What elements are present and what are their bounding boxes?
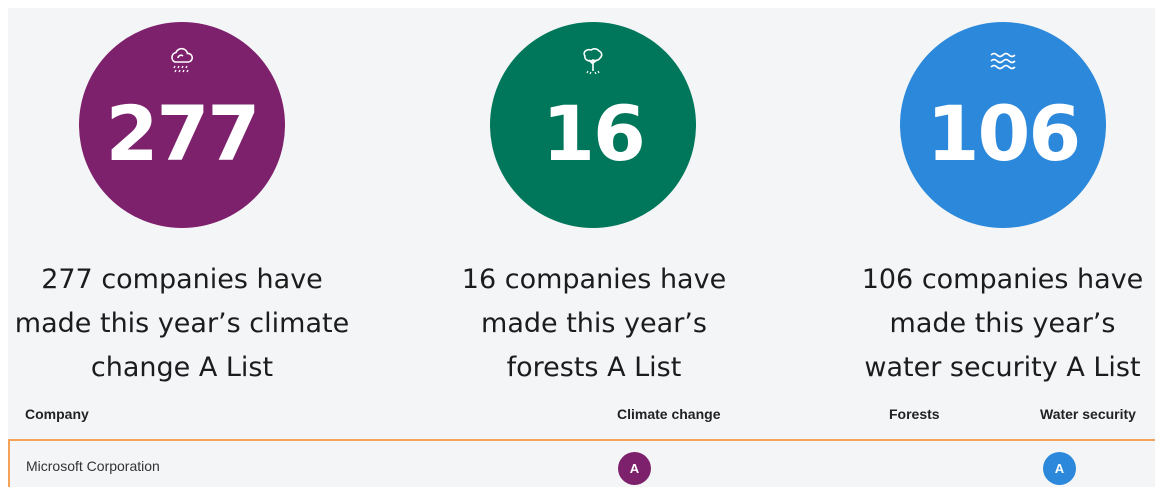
caption-line: made this year’s <box>889 308 1116 339</box>
company-name[interactable]: Microsoft Corporation <box>26 458 160 474</box>
caption-line: made this year’s <box>481 308 707 339</box>
forests-stat-circle: 16 <box>490 22 696 228</box>
table-header-climate[interactable]: Climate change <box>617 406 720 422</box>
caption-line: 16 companies have <box>461 264 727 295</box>
climate-stat-number: 277 <box>105 88 261 178</box>
tree-icon <box>583 48 603 75</box>
waves-icon <box>990 52 1016 70</box>
water-stat-caption: 106 companies have made this year’s wate… <box>850 258 1155 390</box>
forests-stat-caption: 16 companies have made this year’s fores… <box>426 258 762 390</box>
water-stat-number: 106 <box>926 88 1082 178</box>
caption-line: water security A List <box>864 352 1141 383</box>
climate-score-badge: A <box>618 452 651 485</box>
caption-line: forests A List <box>506 352 682 383</box>
climate-stat-circle: 277 <box>79 22 285 228</box>
table-header-water[interactable]: Water security <box>1040 406 1136 422</box>
caption-line: change A List <box>90 352 274 383</box>
table-header-company[interactable]: Company <box>25 406 89 422</box>
caption-line: 277 companies have <box>41 264 323 295</box>
caption-line: 106 companies have <box>861 264 1144 295</box>
table-row[interactable]: Microsoft Corporation A A <box>8 439 1155 487</box>
cloud-rain-icon <box>171 47 194 73</box>
water-stat-circle: 106 <box>900 22 1106 228</box>
table-header-forests[interactable]: Forests <box>889 406 940 422</box>
water-score-badge: A <box>1043 452 1076 485</box>
a-list-panel: 277 277 companies have made this year’s … <box>8 8 1155 487</box>
climate-stat-caption: 277 companies have made this year’s clim… <box>8 258 356 390</box>
caption-line: made this year’s climate <box>14 308 350 339</box>
forests-stat-number: 16 <box>542 88 646 178</box>
